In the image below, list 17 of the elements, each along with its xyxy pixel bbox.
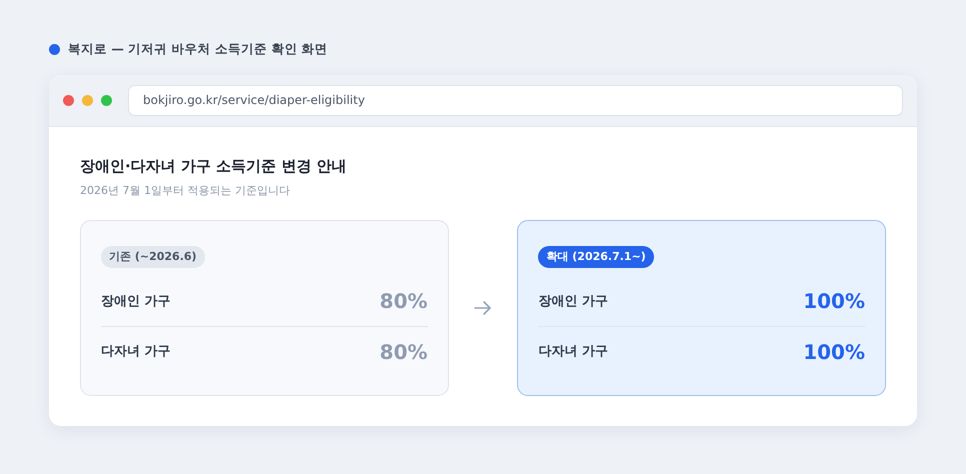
- percentage-value: 80%: [380, 288, 428, 316]
- percentage-value: 100%: [803, 338, 865, 366]
- bullet-dot: [49, 44, 60, 55]
- household-label: 다자녀 가구: [538, 343, 608, 361]
- window-controls-icon[interactable]: [63, 94, 112, 106]
- page-caption: 복지로 — 기저귀 바우처 소득기준 확인 화면: [68, 40, 328, 58]
- household-label: 장애인 가구: [538, 292, 608, 310]
- household-label: 다자녀 가구: [101, 343, 171, 361]
- address-bar[interactable]: bokjiro.go.kr/service/diaper-eligibility: [128, 84, 903, 116]
- page-title: 장애인·다자녀 가구 소득기준 변경 안내: [80, 156, 348, 177]
- period-badge: 확대 (2026.7.1~): [538, 246, 654, 268]
- page-subtitle: 2026년 7월 1일부터 적용되는 기준입니다: [80, 183, 291, 200]
- percentage-value: 80%: [380, 338, 428, 366]
- period-badge: 기존 (~2026.6): [101, 246, 205, 268]
- household-label: 장애인 가구: [101, 292, 171, 310]
- percentage-value: 100%: [803, 288, 865, 316]
- arrow-icon: [474, 300, 492, 315]
